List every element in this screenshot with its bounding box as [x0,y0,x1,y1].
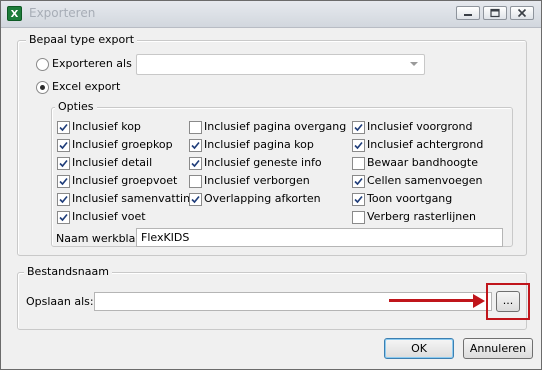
excel-export-radio[interactable] [36,81,49,94]
checkbox-toon-voortgang[interactable] [352,193,365,206]
title-bar[interactable]: X Exporteren [1,1,541,28]
checkbox-inclusief-detail[interactable] [57,157,70,170]
export-dialog: X Exporteren Bepaal type export Exporter… [0,0,542,370]
checkbox-label: Inclusief voorgrond [367,120,473,133]
checkbox-overlapping-afkorten[interactable] [189,193,202,206]
checkbox-inclusief-pagina-overgang[interactable] [189,121,202,134]
sheet-name-label: Naam werkblad: [56,232,147,245]
excel-icon: X [7,6,22,21]
checkbox-inclusief-voet[interactable] [57,211,70,224]
sheet-name-input[interactable]: FlexKIDS [136,228,503,247]
export-type-group-title: Bepaal type export [26,33,138,46]
maximize-button[interactable] [483,6,507,20]
checkbox-label: Cellen samenvoegen [367,174,483,187]
checkbox-inclusief-kop[interactable] [57,121,70,134]
cancel-button[interactable]: Annuleren [463,338,533,359]
checkbox-inclusief-voorgrond[interactable] [352,121,365,134]
checkmark-icon [191,159,200,168]
checkbox-bewaar-bandhoogte[interactable] [352,157,365,170]
checkmark-icon [354,177,363,186]
export-type-group: Bepaal type export Exporteren als : Exce… [17,33,527,256]
export-as-radio[interactable] [36,58,49,71]
export-as-label: Exporteren als : [52,57,140,70]
ok-button[interactable]: OK [384,338,454,359]
annotation-highlight-box [486,283,530,320]
checkbox-cellen-samenvoegen[interactable] [352,175,365,188]
checkmark-icon [59,141,68,150]
checkmark-icon [354,123,363,132]
checkbox-inclusief-verborgen[interactable] [189,175,202,188]
checkbox-label: Verberg rasterlijnen [367,210,476,223]
checkbox-label: Toon voortgang [367,192,453,205]
checkmark-icon [354,195,363,204]
checkbox-inclusief-achtergrond[interactable] [352,139,365,152]
checkbox-inclusief-pagina-kop[interactable] [189,139,202,152]
checkbox-inclusief-groepvoet[interactable] [57,175,70,188]
close-button[interactable] [510,6,534,20]
checkbox-inclusief-geneste-info[interactable] [189,157,202,170]
save-as-label: Opslaan als: [26,295,94,308]
checkbox-label: Inclusief pagina overgang [204,120,347,133]
checkbox-label: Inclusief samenvatting [72,192,198,205]
filename-group-title: Bestandsnaam [24,265,112,278]
checkbox-label: Inclusief pagina kop [204,138,314,151]
checkbox-verberg-rasterlijnen[interactable] [352,211,365,224]
checkbox-label: Inclusief geneste info [204,156,322,169]
checkmark-icon [59,159,68,168]
options-group-title: Opties [55,100,97,113]
arrow-right-icon [473,294,485,308]
export-as-combo[interactable] [136,54,425,75]
annotation-arrow-line [389,299,474,302]
checkbox-label: Inclusief voet [72,210,146,223]
checkmark-icon [59,177,68,186]
checkmark-icon [59,123,68,132]
excel-export-label: Excel export [52,80,121,93]
minimize-button[interactable] [456,6,480,20]
checkbox-inclusief-groepkop[interactable] [57,139,70,152]
checkbox-label: Inclusief detail [72,156,153,169]
checkbox-inclusief-samenvatting[interactable] [57,193,70,206]
checkmark-icon [59,213,68,222]
checkmark-icon [191,195,200,204]
checkbox-label: Inclusief verborgen [204,174,310,187]
chevron-down-icon[interactable] [410,62,418,66]
checkbox-label: Overlapping afkorten [204,192,321,205]
checkbox-label: Inclusief groepkop [72,138,173,151]
minimize-icon [464,14,472,16]
checkbox-label: Bewaar bandhoogte [367,156,478,169]
checkbox-label: Inclusief kop [72,120,141,133]
window-title: Exporteren [29,6,96,20]
dialog-body: Bepaal type export Exporteren als : Exce… [1,28,541,369]
checkbox-label: Inclusief achtergrond [367,138,484,151]
maximize-icon [490,8,500,18]
checkmark-icon [59,195,68,204]
checkmark-icon [191,141,200,150]
close-icon [517,8,527,18]
options-group: Opties Inclusief kop Inclusief groepkop … [51,100,513,247]
checkmark-icon [354,141,363,150]
checkbox-label: Inclusief groepvoet [72,174,178,187]
